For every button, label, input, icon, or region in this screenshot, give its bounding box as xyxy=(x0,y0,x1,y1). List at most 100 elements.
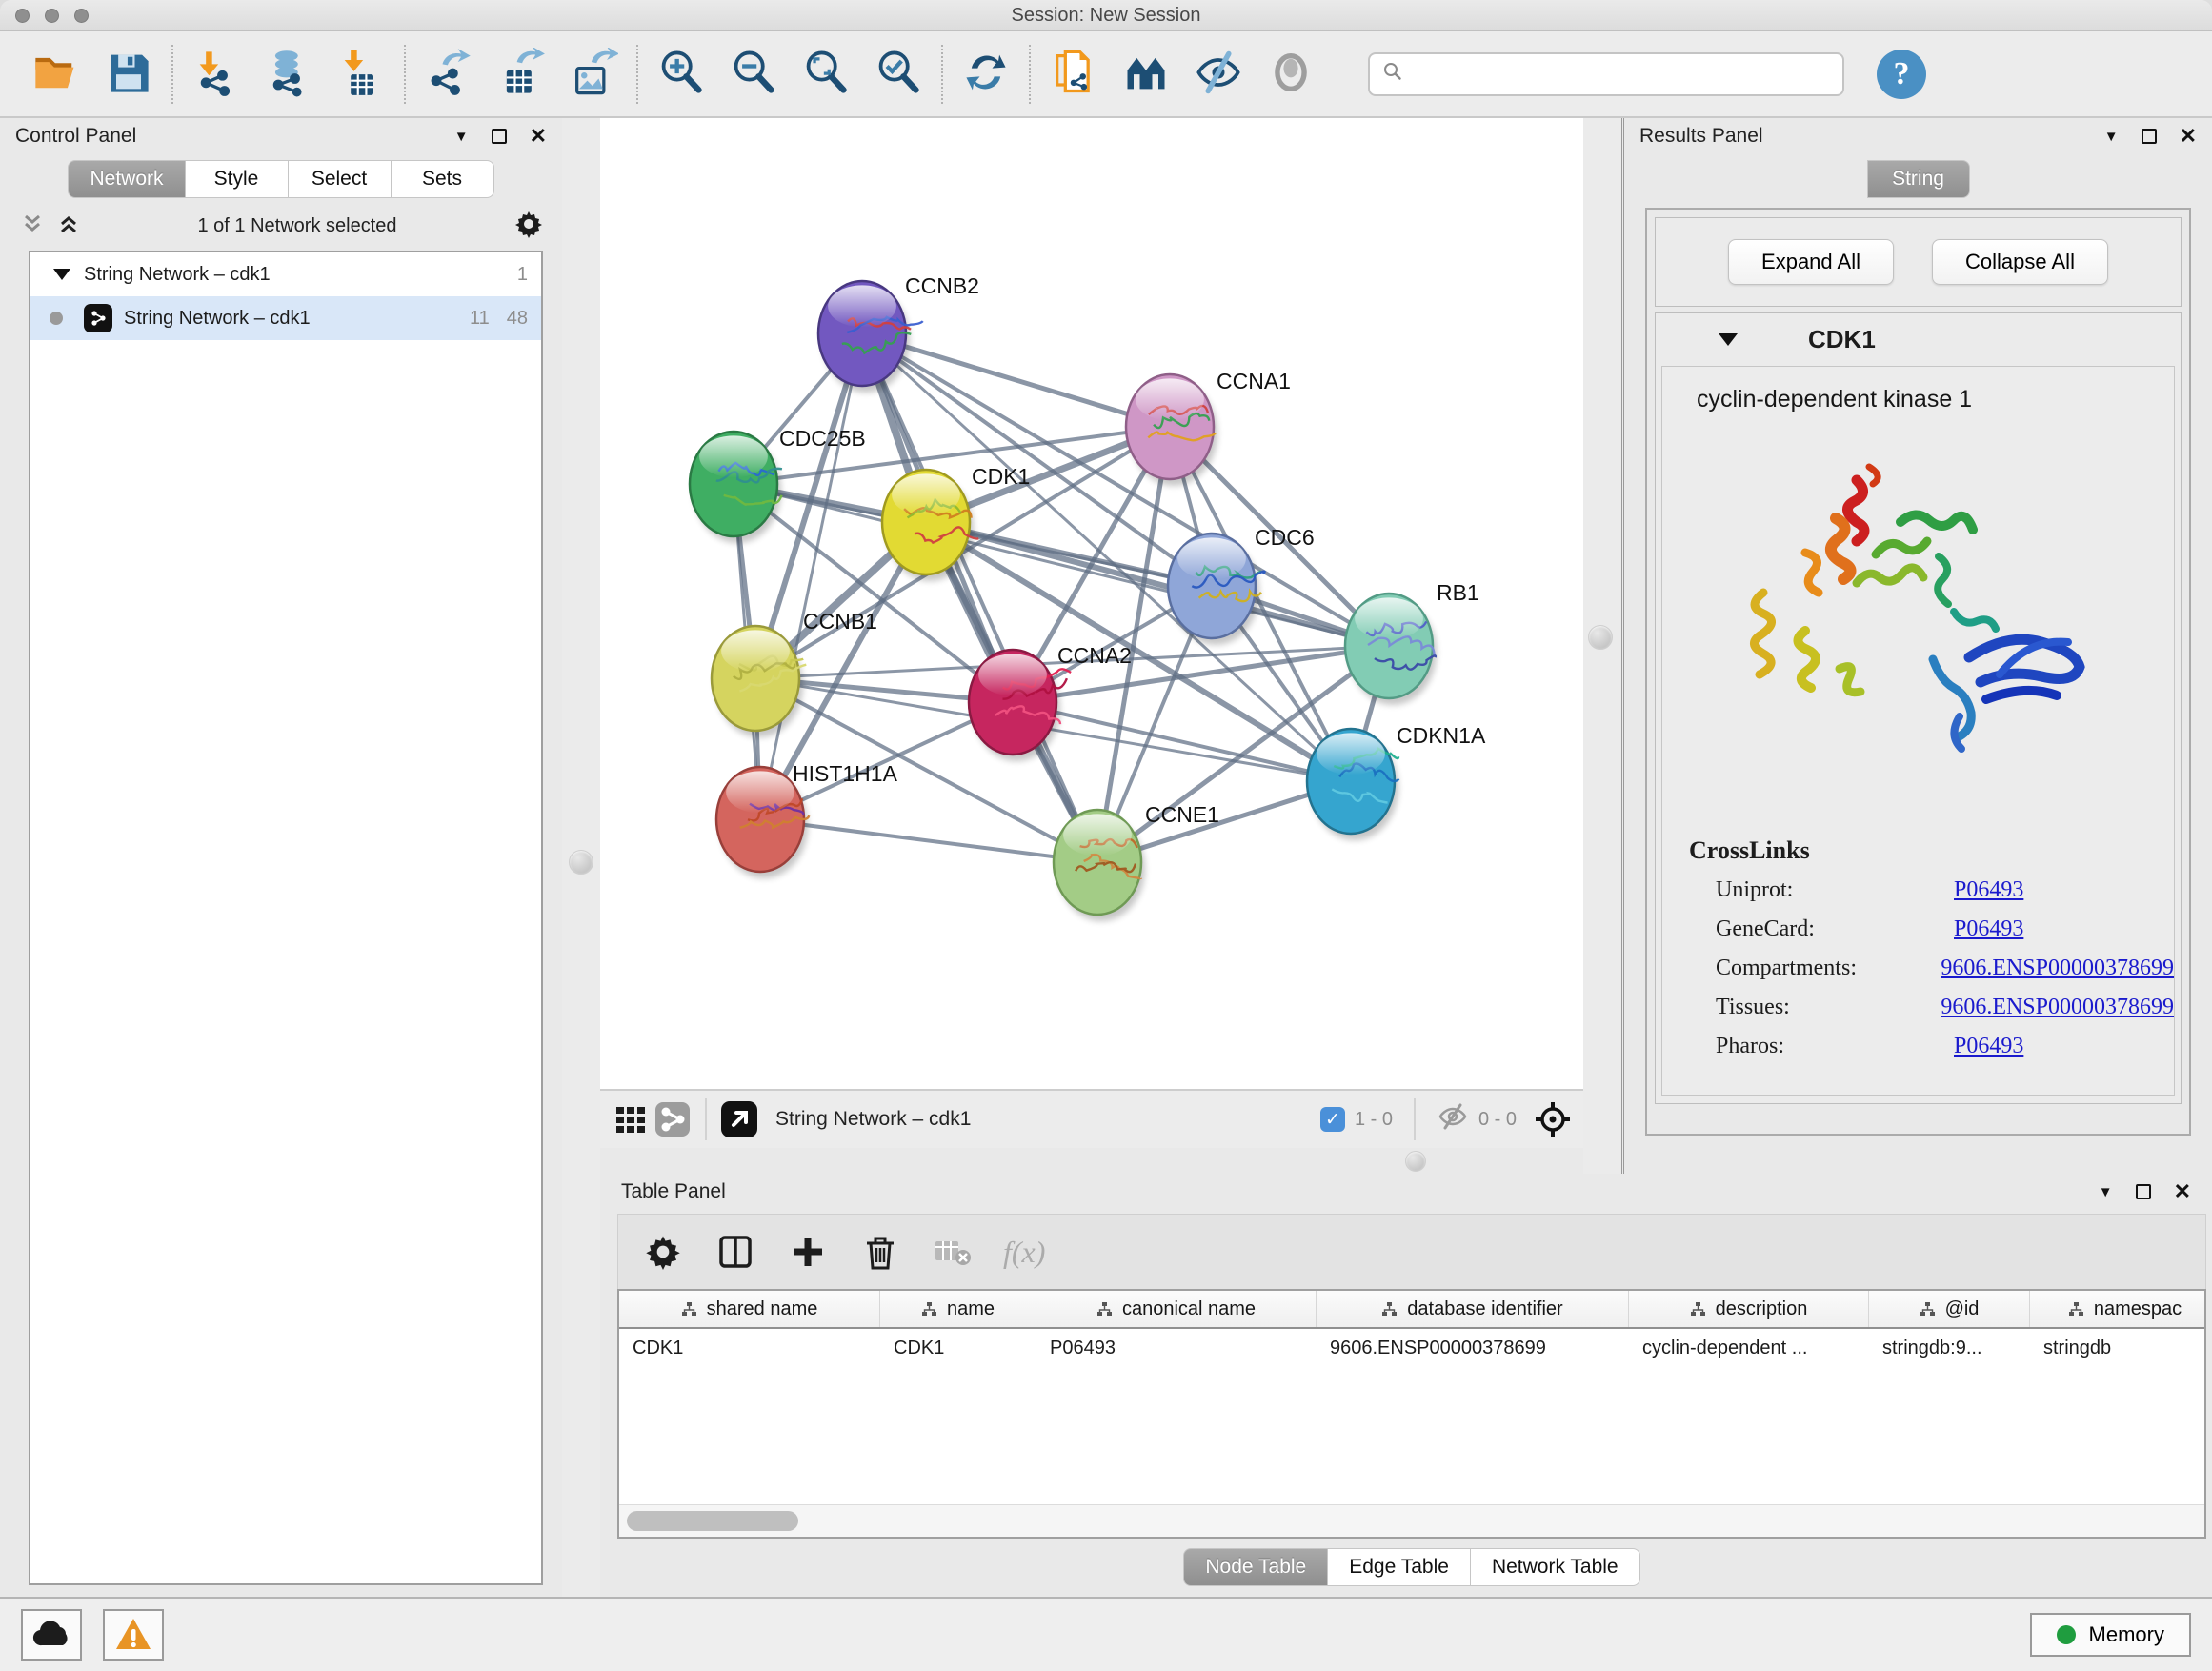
import-network-button[interactable] xyxy=(185,43,248,106)
collapse-collection-icon[interactable] xyxy=(53,269,70,280)
network-edge[interactable] xyxy=(760,333,862,819)
panel-close-icon[interactable]: ✕ xyxy=(2174,1181,2191,1202)
network-badge-icon[interactable] xyxy=(652,1098,694,1140)
tab-edge-table[interactable]: Edge Table xyxy=(1328,1548,1471,1586)
network-row[interactable]: String Network – cdk1 11 48 xyxy=(30,296,541,340)
network-node-ccna1[interactable] xyxy=(1126,374,1217,486)
search-input[interactable] xyxy=(1412,63,1831,85)
export-table-button[interactable] xyxy=(490,43,553,106)
network-node-cdkn1a[interactable] xyxy=(1307,729,1399,840)
column-header-canonical-name[interactable]: canonical name xyxy=(1036,1291,1317,1327)
tab-network[interactable]: Network xyxy=(68,160,185,198)
table-cell[interactable]: 9606.ENSP00000378699 xyxy=(1317,1338,1629,1359)
panel-menu-icon[interactable]: ▼ xyxy=(454,129,469,145)
table-cell[interactable]: CDK1 xyxy=(619,1338,880,1359)
splitter-control-network[interactable] xyxy=(562,118,600,1597)
table-settings-button[interactable] xyxy=(641,1230,685,1274)
import-database-button[interactable] xyxy=(257,43,320,106)
import-table-button[interactable] xyxy=(330,43,392,106)
selected-checkbox-icon[interactable]: ✓ xyxy=(1320,1107,1345,1132)
memory-button[interactable]: Memory xyxy=(2030,1613,2191,1657)
network-edge[interactable] xyxy=(760,819,1097,862)
cloud-status-button[interactable] xyxy=(21,1609,82,1661)
table-horizontal-scrollbar[interactable] xyxy=(619,1504,2204,1537)
panel-float-icon[interactable] xyxy=(492,129,507,144)
table-row[interactable]: CDK1CDK1P064939606.ENSP00000378699cyclin… xyxy=(619,1329,2204,1367)
crosslink-link[interactable]: P06493 xyxy=(1954,916,2023,942)
network-overview-button[interactable] xyxy=(1115,43,1177,106)
panel-float-icon[interactable] xyxy=(2136,1184,2151,1199)
refresh-layout-button[interactable] xyxy=(955,43,1017,106)
add-column-button[interactable] xyxy=(786,1230,830,1274)
network-edge[interactable] xyxy=(926,522,1389,646)
column-header-database-identifier[interactable]: database identifier xyxy=(1317,1291,1629,1327)
collapse-all-button[interactable]: Collapse All xyxy=(1932,239,2108,285)
network-canvas[interactable]: CCNB2CCNA1CDC25BCDK1CDC6RB1CCNB1CCNA2CDK… xyxy=(600,118,1583,1089)
panel-menu-icon[interactable]: ▼ xyxy=(2099,1184,2113,1200)
scrollbar-thumb[interactable] xyxy=(627,1511,798,1531)
crosslink-link[interactable]: 9606.ENSP00000378699 xyxy=(1941,995,2174,1020)
show-panel-button[interactable] xyxy=(1259,43,1322,106)
column-header-description[interactable]: description xyxy=(1629,1291,1869,1327)
birds-eye-view-icon[interactable] xyxy=(1532,1098,1574,1140)
table-cell[interactable]: stringdb:9... xyxy=(1869,1338,2030,1359)
help-button[interactable]: ? xyxy=(1877,50,1926,99)
splitter-handle[interactable] xyxy=(569,850,593,875)
expand-all-icon[interactable] xyxy=(57,212,80,240)
table-cell[interactable]: cyclin-dependent ... xyxy=(1629,1338,1869,1359)
table-cell[interactable]: stringdb xyxy=(2030,1338,2212,1359)
warning-icon xyxy=(114,1617,152,1654)
network-node-cdc25b[interactable] xyxy=(690,432,782,543)
splitter-handle[interactable] xyxy=(1405,1151,1426,1172)
network-collection-row[interactable]: String Network – cdk1 1 xyxy=(30,252,541,296)
column-header-name[interactable]: name xyxy=(880,1291,1036,1327)
network-node-rb1[interactable] xyxy=(1345,594,1437,705)
network-node-ccne1[interactable] xyxy=(1054,810,1145,921)
table-cell[interactable]: CDK1 xyxy=(880,1338,1036,1359)
network-node-ccna2[interactable] xyxy=(969,650,1071,761)
delete-column-button[interactable] xyxy=(858,1230,902,1274)
hide-panels-button[interactable] xyxy=(1187,43,1250,106)
crosslink-link[interactable]: 9606.ENSP00000378699 xyxy=(1941,956,2174,981)
zoom-in-button[interactable] xyxy=(650,43,713,106)
open-in-window-icon[interactable] xyxy=(718,1098,760,1140)
crosslink-link[interactable]: P06493 xyxy=(1954,1034,2023,1059)
panel-close-icon[interactable]: ✕ xyxy=(530,126,547,147)
grid-view-icon[interactable] xyxy=(610,1098,652,1140)
save-session-button[interactable] xyxy=(97,43,160,106)
tab-style[interactable]: Style xyxy=(186,160,289,198)
splitter-network-results[interactable] xyxy=(1583,118,1624,1174)
zoom-fit-button[interactable] xyxy=(794,43,857,106)
open-session-button[interactable] xyxy=(25,43,88,106)
panel-menu-icon[interactable]: ▼ xyxy=(2104,129,2119,145)
tab-string[interactable]: String xyxy=(1867,160,1970,198)
tab-network-table[interactable]: Network Table xyxy=(1471,1548,1640,1586)
gear-icon[interactable] xyxy=(514,210,543,243)
clone-view-button[interactable] xyxy=(1042,43,1105,106)
warnings-button[interactable] xyxy=(103,1609,164,1661)
show-columns-button[interactable] xyxy=(714,1230,757,1274)
crosslink-link[interactable]: P06493 xyxy=(1954,877,2023,903)
column-header-shared-name[interactable]: shared name xyxy=(619,1291,880,1327)
gene-section-header[interactable]: CDK1 xyxy=(1656,313,2181,366)
export-network-button[interactable] xyxy=(417,43,480,106)
column-header--id[interactable]: @id xyxy=(1869,1291,2030,1327)
splitter-network-table[interactable] xyxy=(600,1148,1583,1174)
expand-all-button[interactable]: Expand All xyxy=(1728,239,1894,285)
network-edge[interactable] xyxy=(862,333,1097,862)
column-header-namespac[interactable]: namespac xyxy=(2030,1291,2212,1327)
panel-close-icon[interactable]: ✕ xyxy=(2180,126,2197,147)
collapse-all-icon[interactable] xyxy=(21,212,44,240)
panel-float-icon[interactable] xyxy=(2142,129,2157,144)
tab-select[interactable]: Select xyxy=(289,160,392,198)
zoom-selected-button[interactable] xyxy=(867,43,930,106)
zoom-out-button[interactable] xyxy=(722,43,785,106)
function-builder-button[interactable]: f(x) xyxy=(1003,1235,1045,1270)
export-image-button[interactable] xyxy=(562,43,625,106)
delete-table-button[interactable] xyxy=(931,1230,975,1274)
collapse-gene-icon[interactable] xyxy=(1719,333,1738,346)
table-cell[interactable]: P06493 xyxy=(1036,1338,1317,1359)
tab-sets[interactable]: Sets xyxy=(392,160,494,198)
splitter-handle[interactable] xyxy=(1588,625,1613,650)
tab-node-table[interactable]: Node Table xyxy=(1183,1548,1328,1586)
